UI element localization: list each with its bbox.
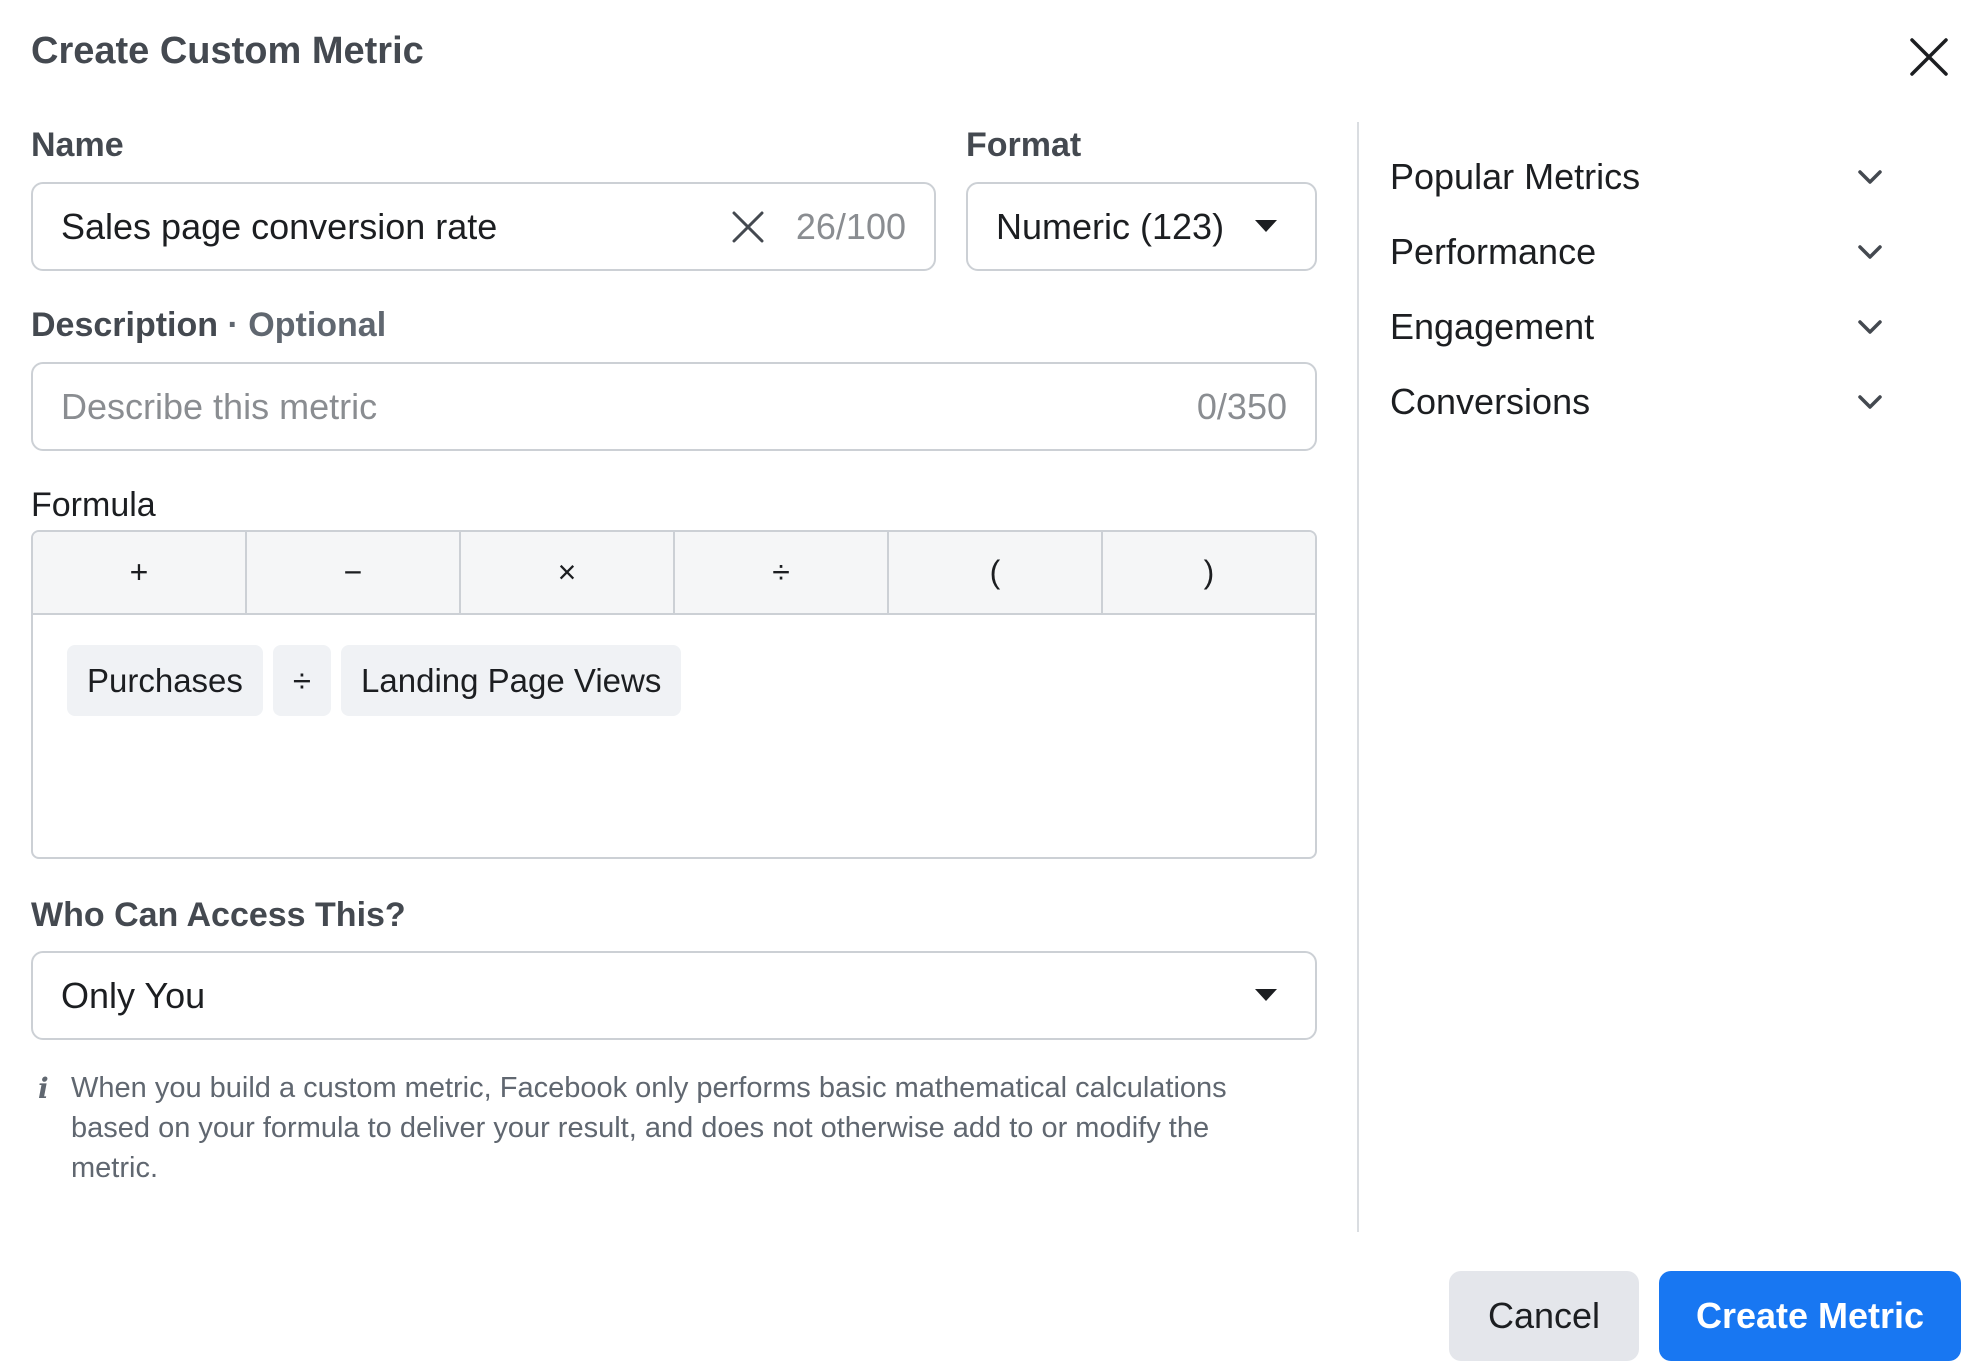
description-optional-tag: Optional [248, 306, 387, 344]
description-label-text: Description [31, 306, 219, 344]
sidebar-item-engagement[interactable]: Engagement [1390, 297, 1890, 357]
chevron-down-icon [1858, 395, 1882, 409]
sidebar-item-label: Engagement [1390, 306, 1595, 347]
name-input-value: Sales page conversion rate [61, 206, 498, 247]
format-select-value: Numeric (123) [996, 206, 1225, 247]
access-select[interactable]: Only You [31, 951, 1317, 1040]
chevron-down-icon [1858, 170, 1882, 184]
chevron-down-icon [1858, 245, 1882, 259]
operator-divide-button[interactable]: ÷ [675, 532, 889, 613]
formula-token-operator[interactable]: ÷ [272, 645, 332, 716]
formula-label: Formula [31, 486, 156, 524]
cancel-button[interactable]: Cancel [1449, 1271, 1639, 1361]
sidebar-item-popular-metrics[interactable]: Popular Metrics [1390, 147, 1890, 207]
format-select[interactable]: Numeric (123) [966, 182, 1317, 271]
access-select-value: Only You [61, 975, 206, 1016]
operator-multiply-button[interactable]: × [461, 532, 675, 613]
description-separator: · [227, 306, 239, 344]
format-label: Format [966, 126, 1082, 164]
clear-x-icon[interactable] [730, 209, 766, 245]
close-icon [1910, 38, 1948, 76]
operator-close-paren-button[interactable]: ) [1103, 532, 1315, 613]
name-input[interactable]: Sales page conversion rate 26/100 [31, 182, 936, 271]
operator-open-paren-button[interactable]: ( [889, 532, 1103, 613]
operator-minus-button[interactable]: − [247, 532, 461, 613]
sidebar-item-conversions[interactable]: Conversions [1390, 372, 1890, 432]
name-label: Name [31, 126, 124, 164]
sidebar-item-label: Popular Metrics [1390, 156, 1641, 197]
create-custom-metric-dialog: Create Custom Metric Name Sales page con… [0, 0, 1984, 1366]
panel-divider [1357, 122, 1359, 1232]
close-button[interactable] [1906, 34, 1952, 80]
chevron-down-icon [1858, 320, 1882, 334]
info-text: When you build a custom metric, Facebook… [71, 1072, 1227, 1184]
formula-editor[interactable]: + − × ÷ ( ) Purchases ÷ Landing Page Vie… [31, 530, 1317, 859]
formula-token-metric[interactable]: Purchases [67, 645, 263, 716]
operator-toolbar: + − × ÷ ( ) [33, 532, 1315, 615]
formula-tokens: Purchases ÷ Landing Page Views [67, 645, 682, 716]
operator-plus-button[interactable]: + [33, 532, 247, 613]
access-label: Who Can Access This? [31, 896, 406, 934]
description-label: Description · Optional [31, 306, 386, 345]
formula-token-metric[interactable]: Landing Page Views [341, 645, 682, 716]
description-char-counter: 0/350 [1196, 386, 1287, 427]
dropdown-caret-icon [1255, 989, 1277, 1001]
dropdown-caret-icon [1255, 220, 1277, 232]
info-icon: i [38, 1072, 49, 1105]
sidebar-item-label: Performance [1390, 231, 1597, 272]
name-char-counter: 26/100 [795, 206, 906, 247]
sidebar-item-label: Conversions [1390, 381, 1591, 422]
sidebar-item-performance[interactable]: Performance [1390, 222, 1890, 282]
dialog-title: Create Custom Metric [31, 30, 424, 72]
create-metric-button[interactable]: Create Metric [1659, 1271, 1961, 1361]
description-placeholder: Describe this metric [61, 386, 378, 427]
description-input[interactable]: Describe this metric 0/350 [31, 362, 1317, 451]
